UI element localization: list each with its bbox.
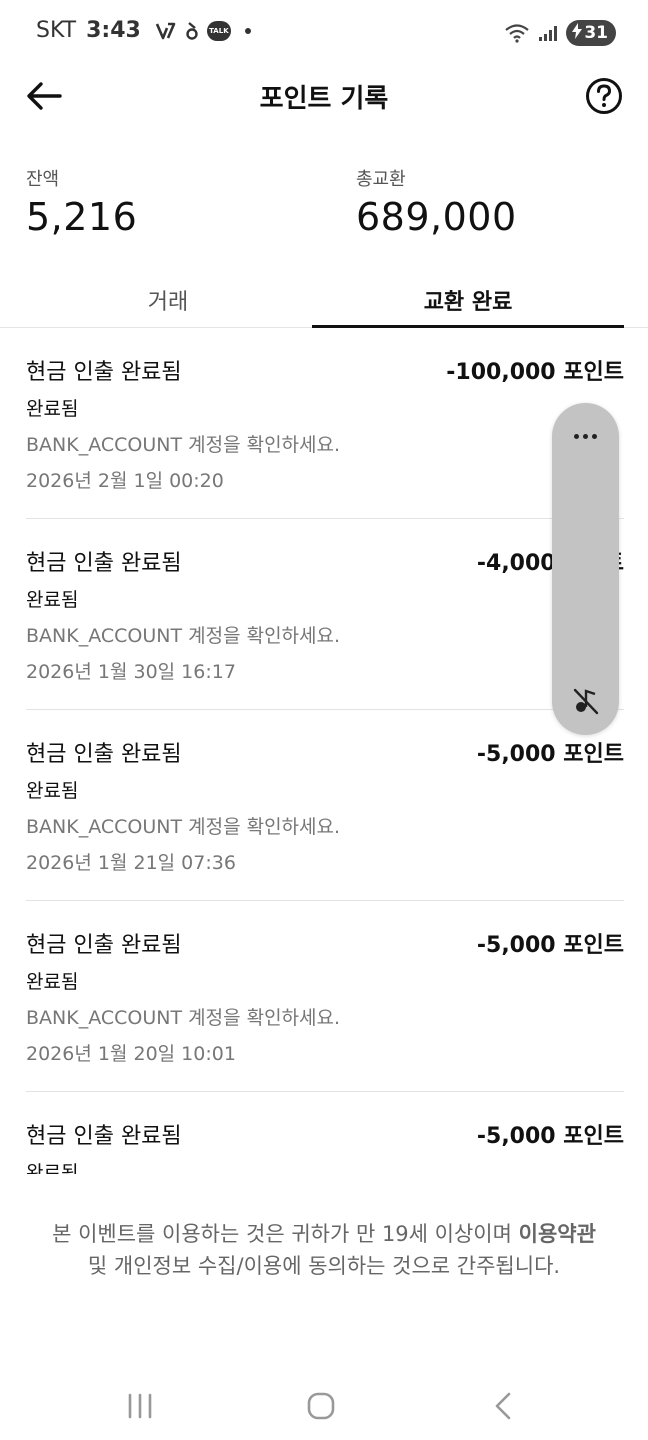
- wifi-icon: [504, 23, 530, 43]
- transaction-title: 현금 인출 완료됨: [26, 1124, 182, 1149]
- app-header: 포인트 기록: [0, 68, 648, 124]
- mute-button[interactable]: [552, 683, 619, 719]
- more-notifications-dot-icon: [244, 27, 251, 34]
- transaction-title: 현금 인출 완료됨: [26, 933, 182, 958]
- music-note-off-icon: [573, 688, 598, 715]
- clock: 3:43: [86, 18, 141, 43]
- page-title: 포인트 기록: [259, 84, 389, 114]
- transaction-status: 완료됨: [26, 971, 79, 993]
- transaction-status: 완료됨: [26, 398, 79, 420]
- transaction-note: BANK_ACCOUNT 계정을 확인하세요.: [26, 816, 341, 838]
- transaction-date: 2026년 2월 1일 00:20: [26, 470, 224, 492]
- terms-notice: 본 이벤트를 이용하는 것은 귀하가 만 19세 이상이며 이용약관 및 개인정…: [40, 1218, 608, 1282]
- recent-apps-icon: [128, 1393, 152, 1419]
- home-icon: [307, 1392, 335, 1420]
- transaction-amount: -5,000 포인트: [476, 933, 624, 958]
- more-button[interactable]: [552, 421, 619, 451]
- balance-stat: 잔액 5,216: [26, 165, 137, 239]
- transaction-date: 2026년 1월 20일 10:01: [26, 1043, 236, 1065]
- transaction-status: 완료됨: [26, 780, 79, 802]
- more-dot: [592, 433, 597, 439]
- tab-bar: 거래 교환 완료: [0, 270, 648, 328]
- carrier-label: SKT: [36, 18, 77, 43]
- charging-bolt-icon: [572, 23, 583, 43]
- transaction-list[interactable]: 현금 인출 완료됨 -100,000 포인트 완료됨 BANK_ACCOUNT …: [0, 328, 648, 1174]
- list-item[interactable]: 현금 인출 완료됨 -5,000 포인트 완료됨 BANK_ACCOUNT 계정…: [26, 710, 624, 901]
- transaction-amount: -100,000 포인트: [446, 360, 624, 385]
- points-summary: 잔액 5,216 총교환 689,000: [0, 165, 648, 245]
- list-item[interactable]: 현금 인출 완료됨 -5,000 포인트 완료됨 BANK_ACCOUNT 계정…: [26, 901, 624, 1092]
- transaction-amount: -5,000 포인트: [476, 1124, 624, 1149]
- signal-icon: [538, 24, 558, 42]
- total-exchange-stat: 총교환 689,000: [356, 165, 517, 239]
- transaction-note: BANK_ACCOUNT 계정을 확인하세요.: [26, 434, 341, 456]
- app-notification-icon: [185, 21, 199, 41]
- chevron-left-icon: [495, 1392, 511, 1420]
- system-back-button[interactable]: [474, 1388, 534, 1424]
- transaction-title: 현금 인출 완료됨: [26, 551, 182, 576]
- recent-apps-button[interactable]: [110, 1388, 170, 1424]
- total-exchange-value: 689,000: [356, 195, 517, 239]
- home-button[interactable]: [291, 1388, 351, 1424]
- transaction-status: 완료됨: [26, 1162, 79, 1174]
- tab-exchange-completed[interactable]: 교환 완료: [312, 270, 624, 328]
- notification-icons: TALK: [155, 20, 251, 41]
- total-exchange-label: 총교환: [356, 169, 406, 190]
- transaction-note: BANK_ACCOUNT 계정을 확인하세요.: [26, 625, 341, 647]
- data-saver-icon: [155, 21, 177, 41]
- status-right: 31: [504, 20, 616, 46]
- transaction-amount: -5,000 포인트: [476, 742, 624, 767]
- question-circle-icon: [586, 78, 622, 114]
- battery-indicator: 31: [566, 20, 616, 46]
- notice-text-after: 및 개인정보 수집/이용에 동의하는 것으로 간주됩니다.: [87, 1254, 561, 1278]
- terms-link[interactable]: 이용약관: [519, 1222, 596, 1246]
- status-left: SKT 3:43 TALK: [36, 18, 251, 43]
- list-item[interactable]: 현금 인출 완료됨 -4,000 포인트 완료됨 BANK_ACCOUNT 계정…: [26, 519, 624, 710]
- transaction-note: BANK_ACCOUNT 계정을 확인하세요.: [26, 1007, 341, 1029]
- list-item[interactable]: 현금 인출 완료됨 -5,000 포인트 완료됨: [26, 1092, 624, 1174]
- more-dots-icon: [574, 433, 579, 439]
- tab-transactions[interactable]: 거래: [24, 270, 312, 328]
- transaction-status: 완료됨: [26, 589, 79, 611]
- kakaotalk-icon: TALK: [206, 20, 231, 41]
- transaction-title: 현금 인출 완료됨: [26, 742, 182, 767]
- status-bar: SKT 3:43 TALK 31: [0, 0, 648, 68]
- notice-text-before: 본 이벤트를 이용하는 것은 귀하가 만 19세 이상이며: [52, 1222, 519, 1246]
- balance-value: 5,216: [26, 195, 138, 239]
- system-nav-bar: [0, 1370, 648, 1440]
- battery-level: 31: [584, 23, 608, 43]
- help-button[interactable]: [584, 76, 624, 116]
- transaction-date: 2026년 1월 30일 16:17: [26, 661, 236, 683]
- list-item[interactable]: 현금 인출 완료됨 -100,000 포인트 완료됨 BANK_ACCOUNT …: [26, 328, 624, 519]
- balance-label: 잔액: [26, 169, 60, 190]
- transaction-title: 현금 인출 완료됨: [26, 360, 182, 385]
- floating-media-panel[interactable]: [552, 403, 619, 735]
- more-dot: [583, 433, 588, 439]
- transaction-date: 2026년 1월 21일 07:36: [26, 852, 236, 874]
